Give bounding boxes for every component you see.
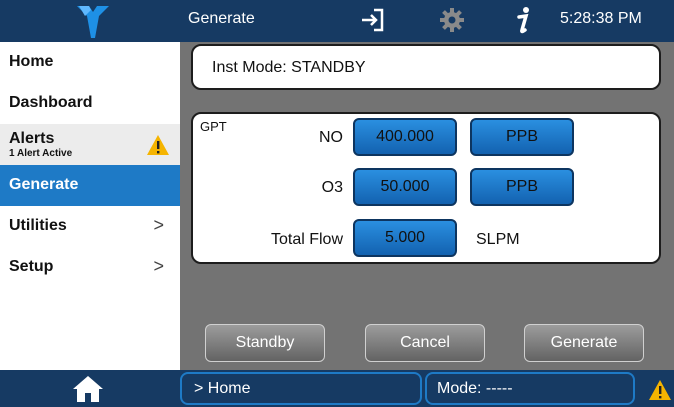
- teledyne-logo-icon: [77, 6, 109, 38]
- sidebar-item-label: Home: [9, 53, 54, 70]
- inst-mode-text: Inst Mode: STANDBY: [212, 59, 366, 76]
- warning-icon: [146, 134, 170, 161]
- sidebar-item-label: Alerts: [9, 130, 55, 147]
- generate-button[interactable]: Generate: [524, 324, 644, 362]
- sidebar-item-label: Setup: [9, 258, 54, 275]
- total-flow-label: Total Flow: [270, 231, 343, 248]
- sidebar-item-home[interactable]: Home: [0, 42, 180, 83]
- logo: [0, 0, 180, 42]
- warning-icon[interactable]: [648, 379, 672, 406]
- total-flow-value-button[interactable]: 5.000: [353, 219, 457, 257]
- sidebar-item-setup[interactable]: Setup >: [0, 247, 180, 288]
- o3-value-button[interactable]: 50.000: [353, 168, 457, 206]
- gear-icon[interactable]: [438, 6, 466, 39]
- sidebar-item-label: Dashboard: [9, 94, 93, 111]
- bottom-bar: > Home Mode: -----: [0, 370, 674, 407]
- breadcrumb[interactable]: > Home: [180, 372, 422, 405]
- login-icon[interactable]: [358, 6, 386, 39]
- cancel-button[interactable]: Cancel: [365, 324, 485, 362]
- no-value-button[interactable]: 400.000: [353, 118, 457, 156]
- chevron-right-icon: >: [153, 215, 164, 235]
- info-icon[interactable]: [512, 4, 534, 41]
- main-panel: Inst Mode: STANDBY GPT NO 400.000 PPB O3…: [180, 42, 674, 370]
- no-unit-button[interactable]: PPB: [470, 118, 574, 156]
- no-label: NO: [319, 129, 343, 146]
- page-title: Generate: [188, 10, 255, 27]
- sidebar-item-alerts[interactable]: Alerts 1 Alert Active: [0, 124, 180, 165]
- alerts-count-label: 1 Alert Active: [9, 148, 73, 159]
- o3-unit-button[interactable]: PPB: [470, 168, 574, 206]
- sidebar-item-utilities[interactable]: Utilities >: [0, 206, 180, 247]
- sidebar-item-dashboard[interactable]: Dashboard: [0, 83, 180, 124]
- mode-status: Mode: -----: [425, 372, 635, 405]
- standby-button[interactable]: Standby: [205, 324, 325, 362]
- total-flow-unit: SLPM: [476, 231, 520, 248]
- sidebar-item-generate[interactable]: Generate: [0, 165, 180, 206]
- sidebar-item-label: Utilities: [9, 217, 67, 234]
- gpt-panel: GPT NO 400.000 PPB O3 50.000 PPB Total F…: [191, 112, 661, 264]
- chevron-right-icon: >: [153, 256, 164, 276]
- home-icon[interactable]: [72, 375, 104, 407]
- sidebar: Home Dashboard Alerts 1 Alert Active Gen…: [0, 42, 180, 370]
- inst-mode-panel: Inst Mode: STANDBY: [191, 44, 661, 90]
- clock: 5:28:38 PM: [560, 10, 642, 27]
- o3-label: O3: [321, 179, 343, 196]
- sidebar-item-label: Generate: [9, 176, 79, 193]
- top-bar: Generate 5:28:38 PM: [0, 0, 674, 42]
